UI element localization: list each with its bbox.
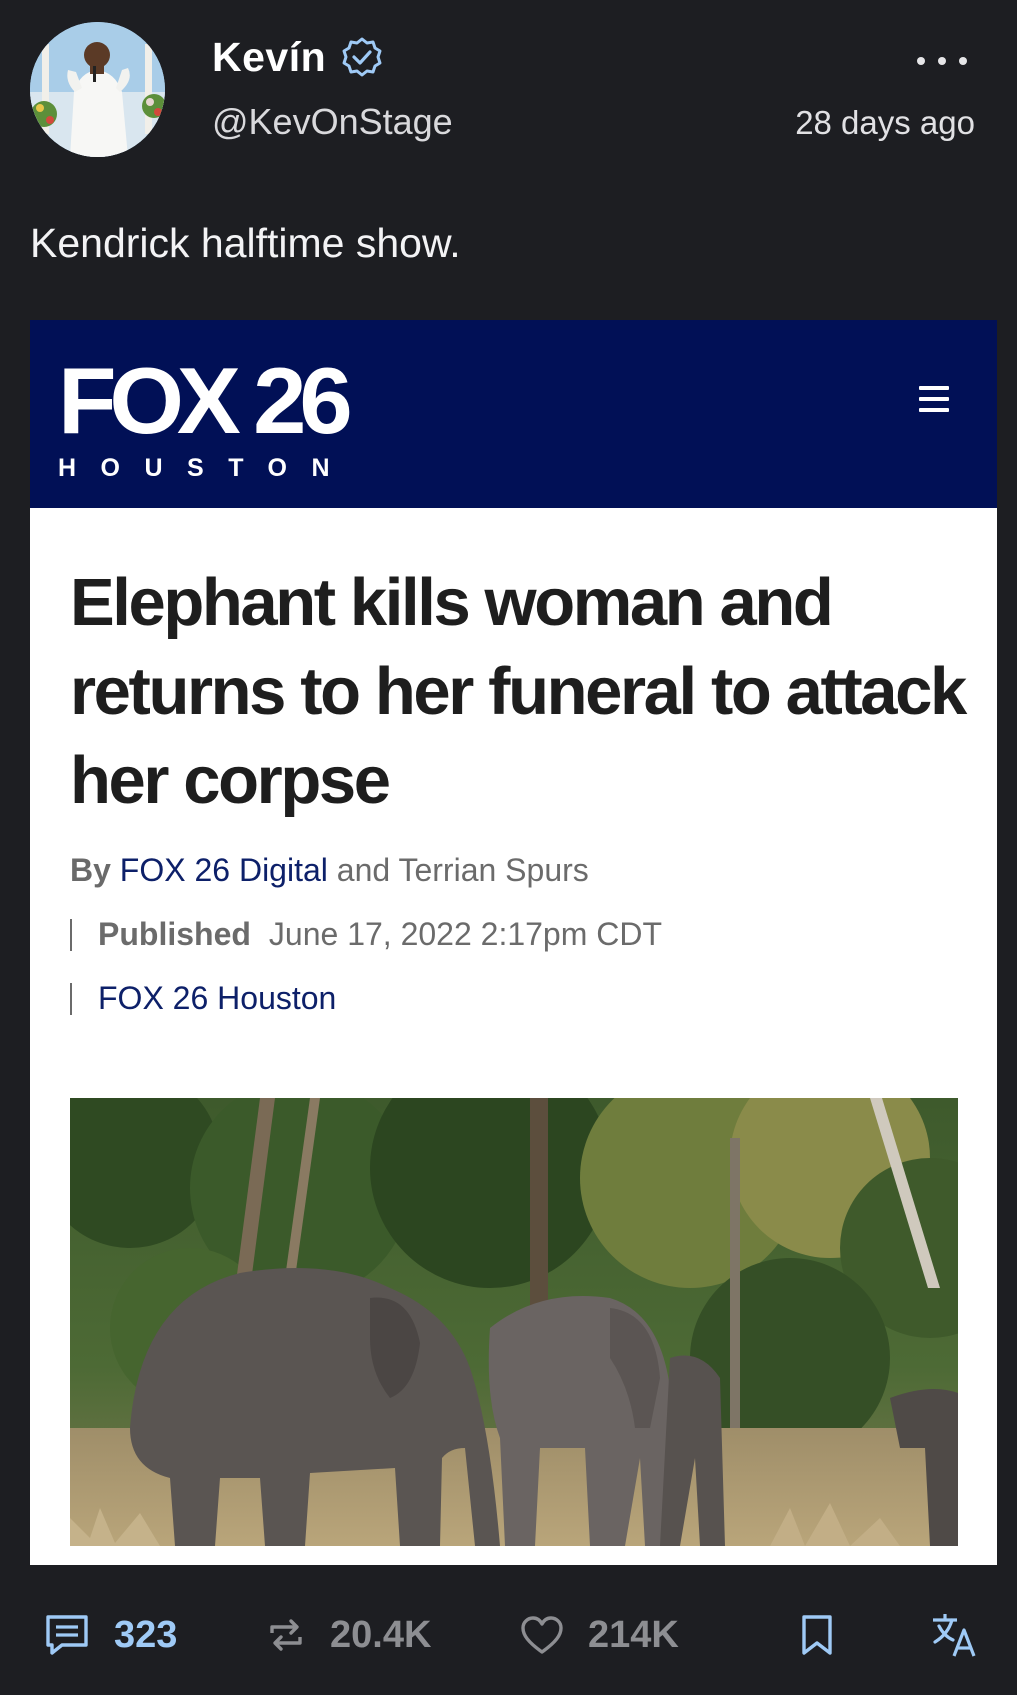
- post-actions-bar: 323 20.4K 214K: [0, 1600, 1017, 1670]
- repost-icon: [270, 1619, 302, 1651]
- avatar-image: [30, 22, 165, 157]
- like-button[interactable]: 214K: [520, 1600, 679, 1670]
- published-label: Published: [98, 916, 251, 952]
- author-name-row[interactable]: Kevín: [212, 34, 384, 81]
- post-text: Kendrick halftime show.: [30, 220, 461, 266]
- repost-button[interactable]: 20.4K: [266, 1600, 431, 1670]
- reply-button[interactable]: 323: [44, 1600, 177, 1670]
- more-options-icon[interactable]: [917, 48, 967, 74]
- published-row: Published June 17, 2022 2:17pm CDT: [70, 916, 662, 953]
- published-date: June 17, 2022 2:17pm CDT: [268, 916, 663, 952]
- bookmark-button[interactable]: [800, 1600, 834, 1670]
- verified-badge-icon: [342, 37, 382, 76]
- byline-by: By: [70, 852, 111, 888]
- hamburger-menu-icon: [919, 386, 949, 412]
- repost-count: 20.4K: [330, 1613, 432, 1656]
- source-row: FOX 26 Houston: [70, 980, 336, 1017]
- byline-rest: and Terrian Spurs: [336, 852, 589, 888]
- byline-author-link: FOX 26 Digital: [119, 852, 328, 888]
- logo-main-text: FOX 26: [58, 348, 353, 453]
- like-count: 214K: [588, 1613, 679, 1656]
- bookmark-icon: [802, 1615, 832, 1655]
- article-banner: FOX 26 HOUSTON: [30, 320, 997, 508]
- meta-divider: [70, 918, 72, 951]
- heart-icon: [521, 1616, 563, 1654]
- article-byline: By FOX 26 Digital and Terrian Spurs: [70, 852, 589, 889]
- elephant-photo: [70, 1098, 958, 1546]
- fox26-logo: FOX 26 HOUSTON: [58, 354, 355, 483]
- author-handle[interactable]: @KevOnStage: [212, 101, 453, 143]
- reply-icon: [46, 1615, 88, 1655]
- post: Kevín @KevOnStage 28 days ago Kendrick h…: [0, 0, 1017, 1695]
- translate-icon: [933, 1614, 976, 1657]
- attached-image[interactable]: FOX 26 HOUSTON Elephant kills woman and …: [30, 320, 997, 1565]
- reply-count: 323: [114, 1613, 178, 1656]
- post-timestamp: 28 days ago: [795, 104, 975, 141]
- avatar[interactable]: [30, 22, 165, 157]
- translate-button[interactable]: [930, 1600, 978, 1670]
- logo-sub-text: HOUSTON: [58, 454, 355, 482]
- author-display-name[interactable]: Kevín: [212, 34, 326, 81]
- source-link: FOX 26 Houston: [98, 980, 337, 1016]
- meta-divider: [70, 982, 72, 1015]
- article-headline: Elephant kills woman and returns to her …: [70, 565, 967, 818]
